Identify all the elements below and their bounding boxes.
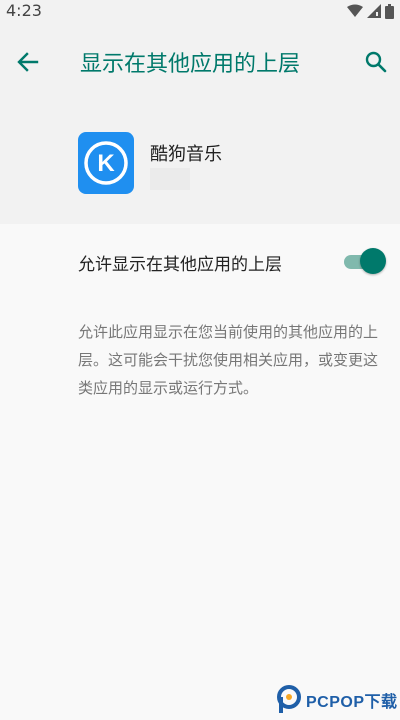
- permission-label: 允许显示在其他应用的上层: [78, 255, 282, 275]
- app-bar: 显示在其他应用的上层: [0, 22, 400, 102]
- pcpop-logo-icon: [277, 685, 301, 713]
- toggle-thumb: [360, 248, 386, 274]
- status-time: 4:23: [6, 1, 42, 20]
- app-icon: K: [78, 132, 134, 194]
- watermark: PCPOP下载: [276, 684, 398, 716]
- permission-description: 允许此应用显示在您当前使用的其他应用的上层。这可能会干扰您使用相关应用，或变更这…: [78, 323, 379, 397]
- app-icon-letter: K: [97, 150, 115, 177]
- permission-row[interactable]: 允许显示在其他应用的上层: [0, 234, 400, 290]
- app-name: 酷狗音乐: [150, 144, 222, 165]
- page-title: 显示在其他应用的上层: [80, 52, 301, 77]
- battery-icon: [385, 3, 394, 19]
- search-icon: [365, 51, 387, 73]
- watermark-text: PCPOP下载: [306, 694, 398, 711]
- app-version-placeholder: [150, 168, 190, 190]
- wifi-icon: [347, 4, 363, 17]
- app-header: K 酷狗音乐: [0, 102, 400, 224]
- signal-icon: [367, 4, 381, 18]
- permission-toggle[interactable]: [342, 248, 386, 276]
- back-button[interactable]: [12, 46, 44, 78]
- back-arrow-icon: [17, 52, 39, 72]
- search-button[interactable]: [360, 46, 392, 78]
- status-icons: [347, 3, 394, 19]
- kugou-logo-icon: K: [84, 141, 128, 185]
- status-bar: 4:23: [0, 0, 400, 22]
